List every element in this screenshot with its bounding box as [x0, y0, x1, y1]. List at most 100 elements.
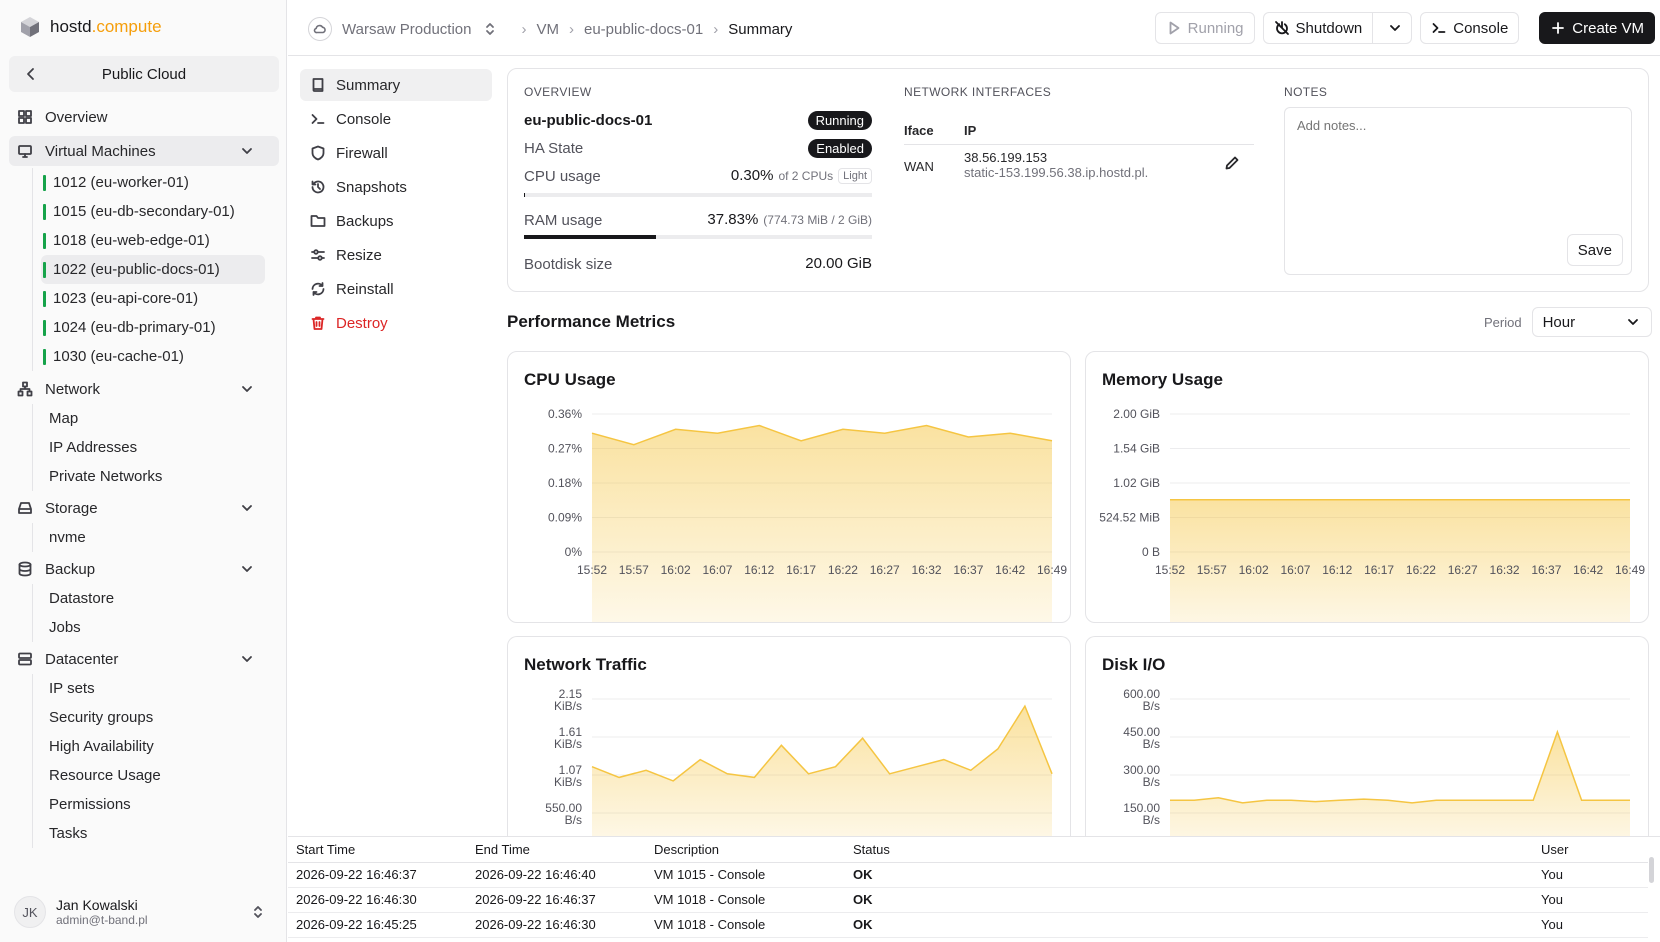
column-header[interactable]: User: [1533, 837, 1648, 863]
sidebar-item-network[interactable]: Network: [9, 374, 279, 404]
chevron-down-icon[interactable]: [239, 381, 255, 397]
terminal-icon: [1431, 20, 1447, 36]
sidebar-item-nvme[interactable]: nvme: [41, 523, 279, 552]
sidebar-item-map[interactable]: Map: [41, 404, 279, 433]
table-row[interactable]: 2026-09-22 16:46:37 2026-09-22 16:46:40 …: [288, 862, 1648, 888]
chevron-right-icon: ›: [521, 20, 527, 38]
user-menu[interactable]: JK Jan Kowalski admin@t-band.pl: [14, 892, 276, 932]
scrollbar-thumb[interactable]: [1649, 857, 1654, 883]
chevron-down-icon[interactable]: [239, 500, 255, 516]
sidebar-item-permissions[interactable]: Permissions: [41, 790, 279, 819]
chevron-down-icon[interactable]: [239, 561, 255, 577]
sidebar-item-tasks[interactable]: Tasks: [41, 819, 279, 848]
user-email: admin@t-band.pl: [56, 913, 148, 927]
vm-item[interactable]: 1024 (eu-db-primary-01): [41, 313, 279, 342]
sidebar-item-overview[interactable]: Overview: [9, 102, 279, 132]
sidebar-item-label: Datacenter: [45, 650, 119, 668]
console-label: Console: [1453, 19, 1509, 37]
sidebar-item-high-availability[interactable]: High Availability: [41, 732, 279, 761]
shutdown-button[interactable]: Shutdown: [1264, 13, 1374, 43]
save-notes-button[interactable]: Save: [1566, 234, 1623, 266]
ram-progress-fill: [524, 235, 656, 239]
vm-item[interactable]: 1030 (eu-cache-01): [41, 342, 279, 371]
breadcrumb-vm-name[interactable]: eu-public-docs-01: [584, 21, 703, 38]
vm-label: 1023 (eu-api-core-01): [53, 290, 199, 307]
chevron-down-icon[interactable]: [239, 143, 255, 159]
status-indicator: [43, 203, 46, 220]
sidebar-item-virtual-machines[interactable]: Virtual Machines: [9, 136, 279, 166]
sidebar-item-private-networks[interactable]: Private Networks: [41, 462, 279, 491]
table-row[interactable]: 2026-09-22 16:45:25 2026-09-22 16:46:30 …: [288, 912, 1648, 938]
status-indicator: [43, 174, 46, 191]
avatar: JK: [14, 896, 46, 928]
end-time-cell: 2026-09-22 16:46:37: [467, 887, 646, 913]
vm-item[interactable]: 1015 (eu-db-secondary-01): [41, 197, 279, 226]
vm-list: 1012 (eu-worker-01) 1015 (eu-db-secondar…: [32, 168, 279, 371]
tab-destroy[interactable]: Destroy: [300, 307, 492, 339]
column-header[interactable]: End Time: [467, 837, 646, 863]
tab-summary[interactable]: Summary: [300, 69, 492, 101]
datacenter-selector[interactable]: Warsaw Production: [342, 21, 472, 38]
running-button[interactable]: Running: [1154, 12, 1255, 44]
column-header[interactable]: Status: [845, 837, 1533, 863]
x-tick-label: 15:57: [1197, 563, 1227, 577]
chevron-down-icon[interactable]: [239, 651, 255, 667]
chart-svg: 0 B 524.52 MiB 1.02 GiB 1.54 GiB 2.00 GiB 15:…: [1099, 407, 1645, 622]
y-tick-label: 450.00 B/s: [1123, 725, 1160, 751]
sidebar-item-backup[interactable]: Backup: [9, 554, 279, 584]
sidebar-item-datastore[interactable]: Datastore: [41, 584, 279, 613]
vm-name: eu-public-docs-01: [524, 112, 653, 129]
cpu-label: CPU usage: [524, 168, 601, 185]
table-row[interactable]: 2026-09-22 16:46:30 2026-09-22 16:46:37 …: [288, 887, 1648, 913]
sidebar-item-label: Backup: [45, 560, 96, 578]
tab-snapshots[interactable]: Snapshots: [300, 171, 492, 203]
sidebar-item-ip-addresses[interactable]: IP Addresses: [41, 433, 279, 462]
shutdown-dropdown-toggle[interactable]: [1379, 13, 1411, 43]
tab-console[interactable]: Console: [300, 103, 492, 135]
period-label: Period: [1484, 314, 1522, 330]
column-header[interactable]: Description: [646, 837, 845, 863]
tab-resize[interactable]: Resize: [300, 239, 492, 271]
pencil-icon[interactable]: [1224, 155, 1240, 171]
vm-item[interactable]: 1012 (eu-worker-01): [41, 168, 279, 197]
period-select[interactable]: Hour: [1531, 307, 1652, 337]
cpu-load-tag: Light: [838, 167, 872, 184]
status-badge: Running: [807, 111, 872, 130]
vm-item-selected[interactable]: 1022 (eu-public-docs-01): [41, 255, 265, 284]
scope-switcher[interactable]: Public Cloud: [9, 56, 279, 92]
chevrons-up-down-icon[interactable]: [250, 904, 266, 920]
vm-item[interactable]: 1023 (eu-api-core-01): [41, 284, 279, 313]
vm-name-row: eu-public-docs-01 Running: [524, 107, 872, 135]
vm-item[interactable]: 1018 (eu-web-edge-01): [41, 226, 279, 255]
tab-reinstall[interactable]: Reinstall: [300, 273, 492, 305]
chevron-left-icon[interactable]: [23, 66, 39, 82]
table-header-row: Start Time End Time Description Status U…: [288, 837, 1648, 863]
hard-drive-icon: [17, 500, 33, 516]
brand-logo[interactable]: hostd .compute: [18, 15, 162, 39]
sidebar-item-datacenter[interactable]: Datacenter: [9, 644, 279, 674]
cpu-value: 0.30%: [730, 167, 774, 184]
network-interfaces-heading: Network Interfaces: [904, 85, 1052, 99]
tab-backups[interactable]: Backups: [300, 205, 492, 237]
sidebar-item-security-groups[interactable]: Security groups: [41, 703, 279, 732]
column-header[interactable]: Start Time: [288, 837, 467, 863]
create-vm-button[interactable]: Create VM: [1539, 12, 1655, 44]
end-time-cell: 2026-09-22 16:46:40: [467, 862, 646, 888]
ram-progress-track: [524, 235, 872, 239]
console-button[interactable]: Console: [1420, 12, 1520, 44]
chevrons-up-down-icon[interactable]: [482, 21, 498, 37]
chevron-down-icon: [1387, 20, 1403, 36]
user-name: Jan Kowalski: [56, 897, 138, 913]
sidebar-item-jobs[interactable]: Jobs: [41, 613, 279, 642]
plus-icon: [1550, 20, 1566, 36]
sidebar-item-resource-usage[interactable]: Resource Usage: [41, 761, 279, 790]
tab-firewall[interactable]: Firewall: [300, 137, 492, 169]
sidebar-item-storage[interactable]: Storage: [9, 493, 279, 523]
user-cell: You: [1533, 862, 1648, 888]
column-header: IP: [964, 117, 1224, 145]
breadcrumb-vm[interactable]: VM: [537, 21, 560, 38]
play-icon: [1166, 20, 1182, 36]
sidebar-item-ip-sets[interactable]: IP sets: [41, 674, 279, 703]
ha-badge: Enabled: [808, 139, 872, 158]
chevron-right-icon: ›: [713, 20, 719, 38]
